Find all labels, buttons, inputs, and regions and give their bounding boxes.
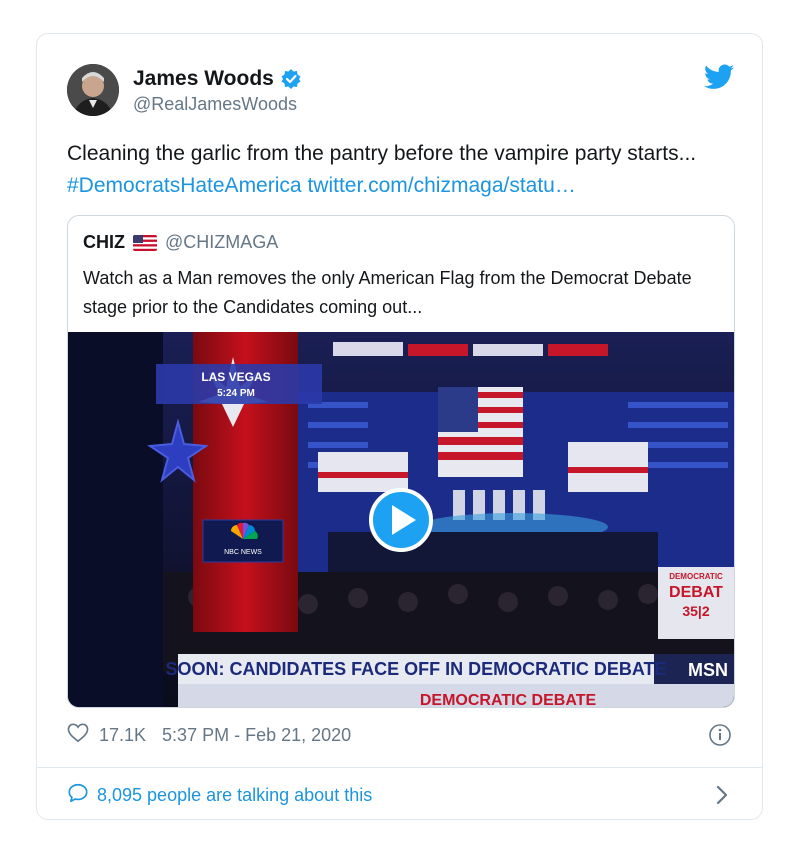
- info-icon[interactable]: [708, 723, 732, 747]
- tweet-meta: 17.1K 5:37 PM - Feb 21, 2020: [67, 723, 351, 748]
- verified-badge-icon: [280, 68, 302, 90]
- video-side-label-3: 35|2: [682, 603, 709, 619]
- heart-icon[interactable]: [67, 723, 89, 748]
- conversation-link[interactable]: 8,095 people are talking about this: [67, 782, 372, 809]
- video-ticker-sub: DEMOCRATIC DEBATE: [420, 692, 597, 708]
- chevron-right-icon[interactable]: [714, 784, 730, 806]
- video-channel: MSN: [688, 660, 728, 680]
- play-icon[interactable]: [369, 488, 433, 552]
- video-thumbnail[interactable]: LAS VEGAS 5:24 PM NBC NEWS DEMOCRATIC DE…: [68, 332, 734, 708]
- us-flag-icon: [133, 234, 157, 251]
- author-handle[interactable]: @RealJamesWoods: [133, 94, 297, 115]
- talking-count-text[interactable]: 8,095 people are talking about this: [97, 785, 372, 806]
- quoted-author-name: CHIZ: [83, 232, 125, 252]
- video-time-label: 5:24 PM: [217, 388, 255, 399]
- quoted-tweet-header: CHIZ @CHIZMAGA: [83, 232, 278, 253]
- video-network-label: NBC NEWS: [224, 549, 262, 556]
- hashtag-link[interactable]: #DemocratsHateAmerica: [67, 174, 302, 197]
- quoted-tweet[interactable]: CHIZ @CHIZMAGA Watch as a Man removes th…: [67, 215, 735, 708]
- divider: [37, 767, 762, 768]
- quoted-author-handle: @CHIZMAGA: [165, 232, 279, 252]
- video-location-label: LAS VEGAS: [201, 370, 270, 384]
- tweet-card: James Woods @RealJamesWoods Cleaning the…: [36, 33, 763, 820]
- timestamp[interactable]: 5:37 PM - Feb 21, 2020: [162, 725, 351, 746]
- author-name-text[interactable]: James Woods: [133, 67, 274, 91]
- video-side-label-1: DEMOCRATIC: [669, 572, 723, 581]
- tweet-body: Cleaning the garlic from the pantry befo…: [67, 142, 697, 165]
- speech-bubble-icon: [67, 782, 89, 809]
- url-link[interactable]: twitter.com/chizmaga/statu…: [307, 174, 575, 197]
- avatar[interactable]: [67, 64, 119, 116]
- author-name[interactable]: James Woods: [133, 67, 302, 91]
- video-side-label-2: DEBAT: [669, 584, 723, 601]
- tweet-text: Cleaning the garlic from the pantry befo…: [67, 138, 737, 202]
- like-count[interactable]: 17.1K: [99, 725, 146, 746]
- quoted-tweet-text: Watch as a Man removes the only American…: [83, 268, 692, 317]
- twitter-bird-icon[interactable]: [704, 64, 734, 90]
- video-ticker: SOON: CANDIDATES FACE OFF IN DEMOCRATIC …: [166, 659, 667, 679]
